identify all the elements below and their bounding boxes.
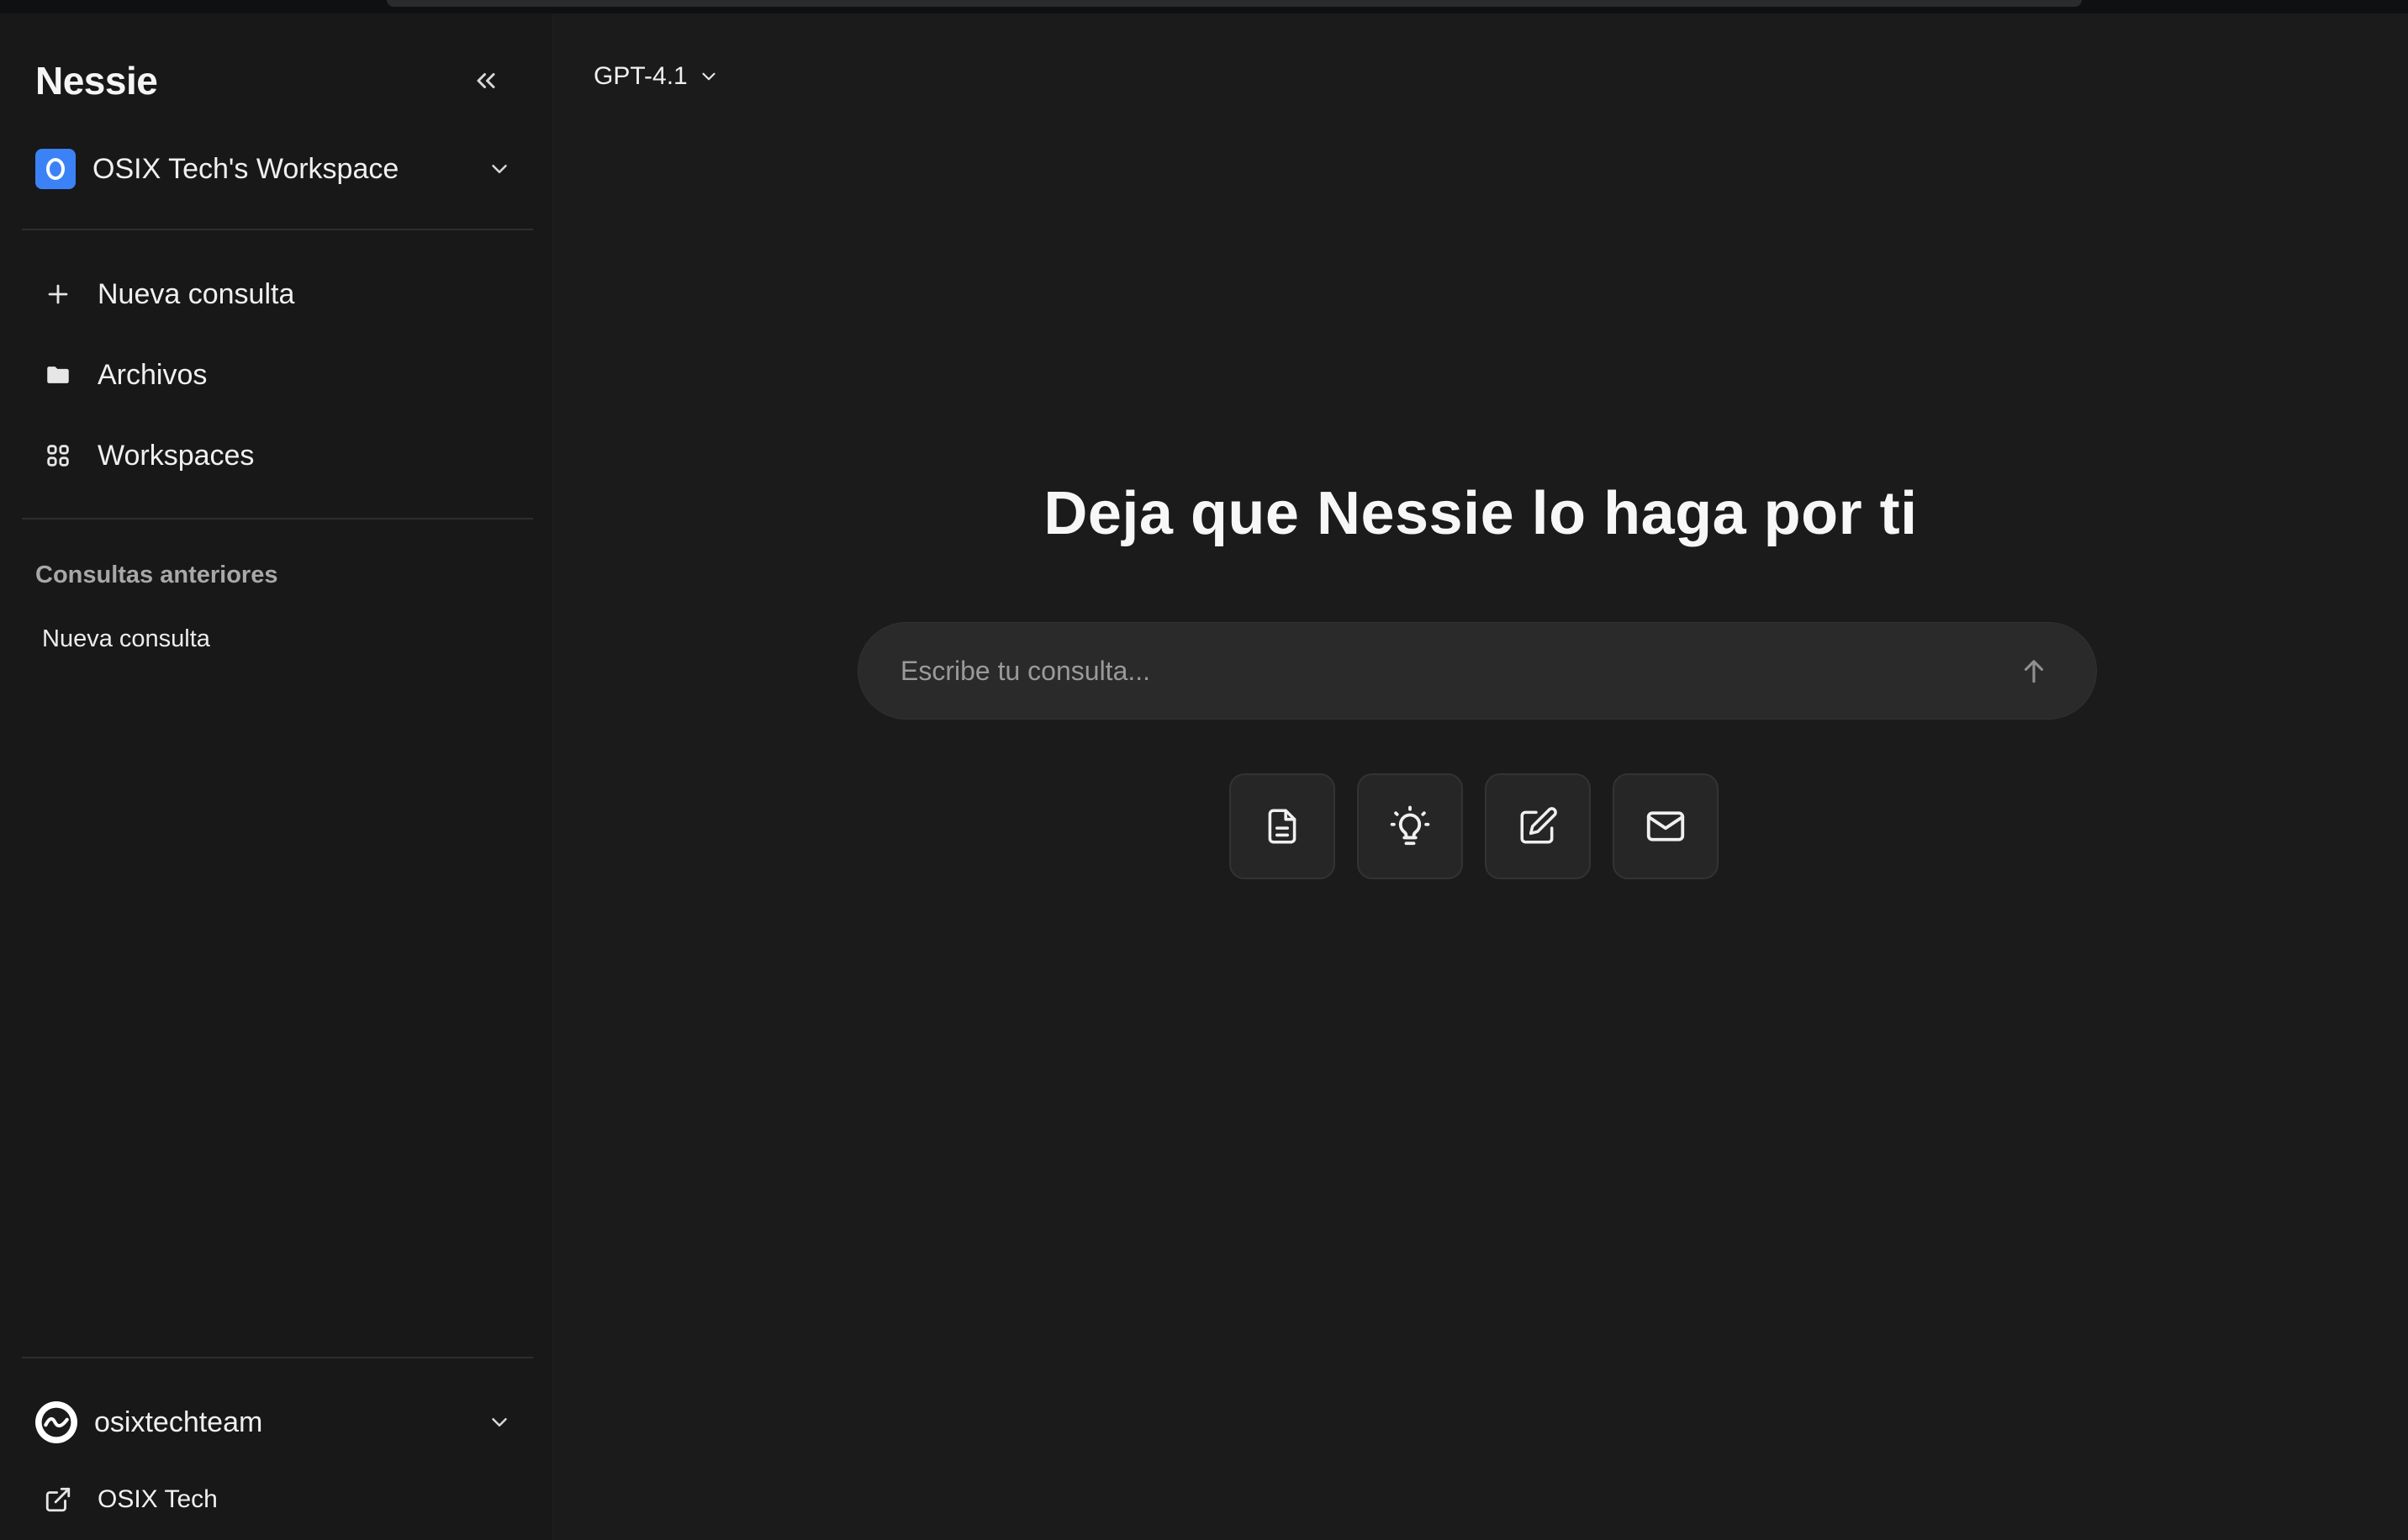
external-link-osix-tech[interactable]: OSIX Tech bbox=[35, 1466, 218, 1533]
divider bbox=[22, 229, 533, 230]
model-selector[interactable]: GPT-4.1 bbox=[594, 47, 720, 106]
sidebar-item-workspaces[interactable]: Workspaces bbox=[35, 415, 531, 496]
double-chevron-left-icon bbox=[477, 73, 495, 88]
divider bbox=[22, 1357, 533, 1358]
external-link-icon bbox=[35, 1477, 81, 1522]
send-button[interactable] bbox=[2012, 649, 2056, 693]
app-window: Nessie OSIX Tech's Workspace Nueva consu… bbox=[0, 13, 2408, 1540]
sidebar-item-label: Nueva consulta bbox=[98, 277, 295, 310]
edit-action-button[interactable] bbox=[1485, 773, 1591, 879]
document-action-button[interactable] bbox=[1229, 773, 1335, 879]
user-menu[interactable]: osixtechteam bbox=[35, 1389, 516, 1456]
history-section-title: Consultas anteriores bbox=[35, 562, 278, 588]
workspace-badge bbox=[35, 149, 76, 189]
email-action-button[interactable] bbox=[1613, 773, 1719, 879]
model-name: GPT-4.1 bbox=[594, 62, 688, 90]
sidebar-item-label: Archivos bbox=[98, 358, 208, 391]
folder-icon bbox=[35, 352, 81, 398]
sidebar-nav: Nueva consulta Archivos Workspaces bbox=[35, 254, 531, 496]
idea-action-button[interactable] bbox=[1357, 773, 1463, 879]
brand-logo: Nessie bbox=[35, 59, 158, 103]
hero-heading: Deja que Nessie lo haga por ti bbox=[1043, 480, 1918, 547]
main-panel: GPT-4.1 Deja que Nessie lo haga por ti bbox=[553, 13, 2408, 1540]
avatar bbox=[35, 1401, 77, 1443]
chevron-down-icon bbox=[702, 72, 716, 81]
browser-tab-edge bbox=[387, 0, 2082, 7]
team-logo-icon bbox=[41, 1407, 71, 1437]
query-input[interactable] bbox=[900, 655, 2012, 687]
window-top-strip bbox=[0, 0, 2408, 13]
sidebar-header: Nessie bbox=[35, 47, 511, 114]
sidebar-item-nueva-consulta[interactable]: Nueva consulta bbox=[35, 254, 531, 335]
sidebar: Nessie OSIX Tech's Workspace Nueva consu… bbox=[0, 13, 553, 1540]
quick-actions bbox=[1229, 773, 1719, 879]
collapse-sidebar-button[interactable] bbox=[461, 55, 511, 106]
sidebar-item-archivos[interactable]: Archivos bbox=[35, 335, 531, 415]
external-link-label: OSIX Tech bbox=[98, 1485, 218, 1513]
lightbulb-icon bbox=[1390, 805, 1430, 846]
grid-icon bbox=[35, 433, 81, 478]
chevron-down-icon bbox=[483, 1406, 516, 1439]
query-box bbox=[858, 622, 2097, 720]
edit-icon bbox=[1520, 807, 1557, 844]
plus-icon bbox=[35, 272, 81, 317]
workspace-name: OSIX Tech's Workspace bbox=[92, 152, 399, 185]
sidebar-item-label: Workspaces bbox=[98, 439, 255, 472]
arrow-up-icon bbox=[2024, 660, 2044, 683]
workspace-selector[interactable]: OSIX Tech's Workspace bbox=[35, 131, 516, 207]
user-name: osixtechteam bbox=[94, 1406, 263, 1438]
history-item[interactable]: Nueva consulta bbox=[42, 625, 210, 653]
divider bbox=[22, 518, 533, 519]
document-icon bbox=[1268, 809, 1296, 844]
mail-icon bbox=[1646, 811, 1685, 841]
chevron-down-icon bbox=[483, 152, 516, 186]
